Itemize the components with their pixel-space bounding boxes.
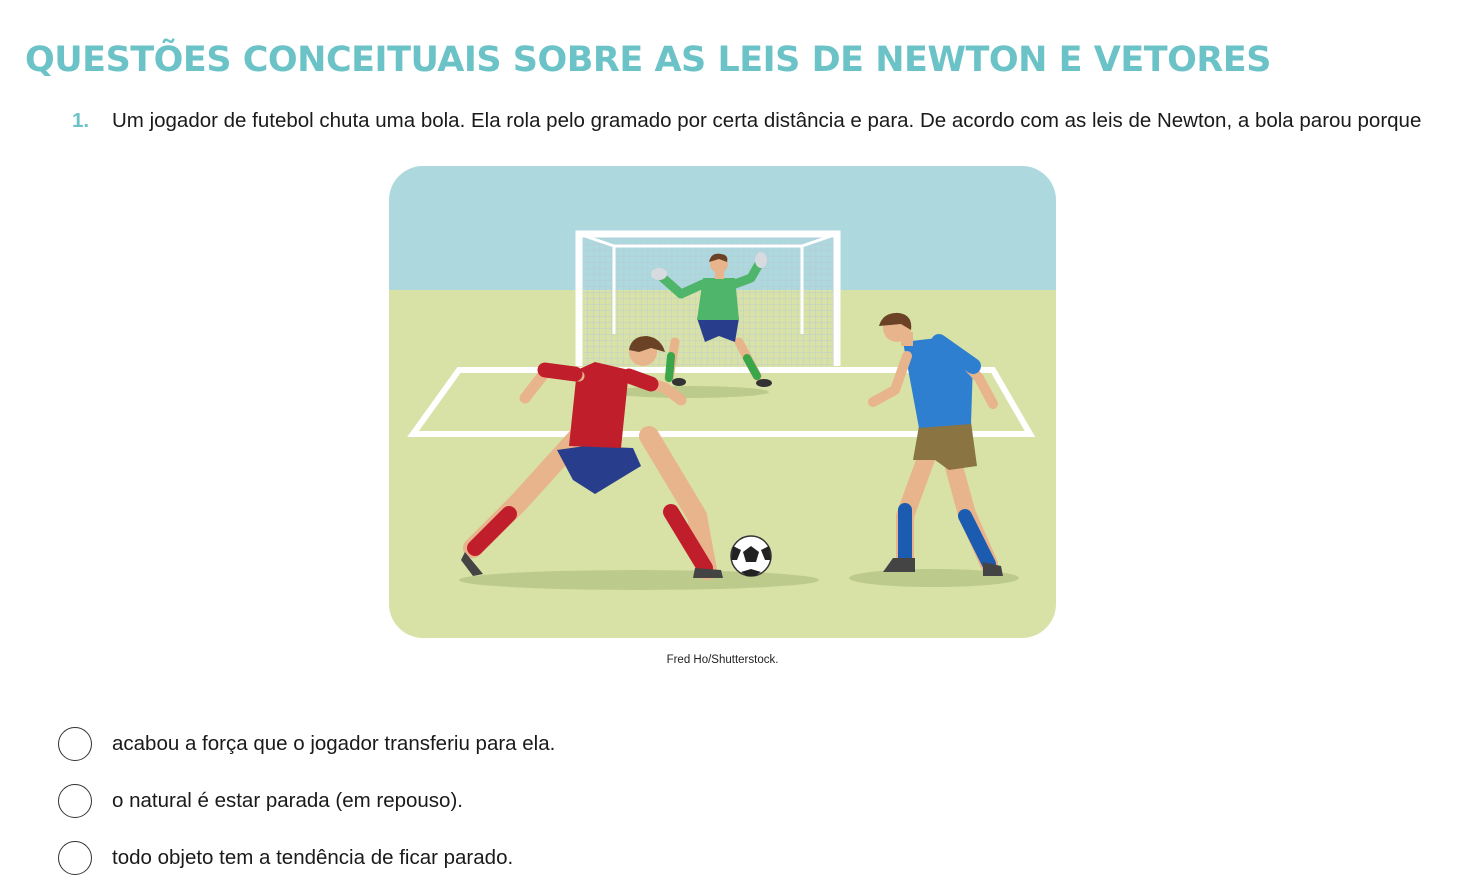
option-text: todo objeto tem a tendência de ficar par…	[112, 845, 514, 869]
soccer-ball	[730, 535, 772, 577]
question-1: 1. Um jogador de futebol chuta uma bola.…	[72, 109, 1421, 133]
question-text: Um jogador de futebol chuta uma bola. El…	[112, 109, 1422, 132]
answer-option-c[interactable]: todo objeto tem a tendência de ficar par…	[58, 829, 555, 886]
answer-options: acabou a força que o jogador transferiu …	[58, 715, 555, 886]
radio-button[interactable]	[58, 783, 92, 818]
image-credit: Fred Ho/Shutterstock.	[666, 654, 779, 666]
radio-button[interactable]	[58, 840, 92, 875]
option-text: o natural é estar parada (em repouso).	[112, 788, 463, 812]
radio-button[interactable]	[58, 726, 92, 761]
soccer-illustration	[389, 166, 1056, 638]
page-title: QUESTÕES CONCEITUAIS SOBRE AS LEIS DE NE…	[25, 40, 1271, 80]
question-number: 1.	[72, 109, 90, 132]
answer-option-b[interactable]: o natural é estar parada (em repouso).	[58, 772, 555, 829]
option-text: acabou a força que o jogador transferiu …	[112, 731, 556, 755]
answer-option-a[interactable]: acabou a força que o jogador transferiu …	[58, 715, 555, 772]
